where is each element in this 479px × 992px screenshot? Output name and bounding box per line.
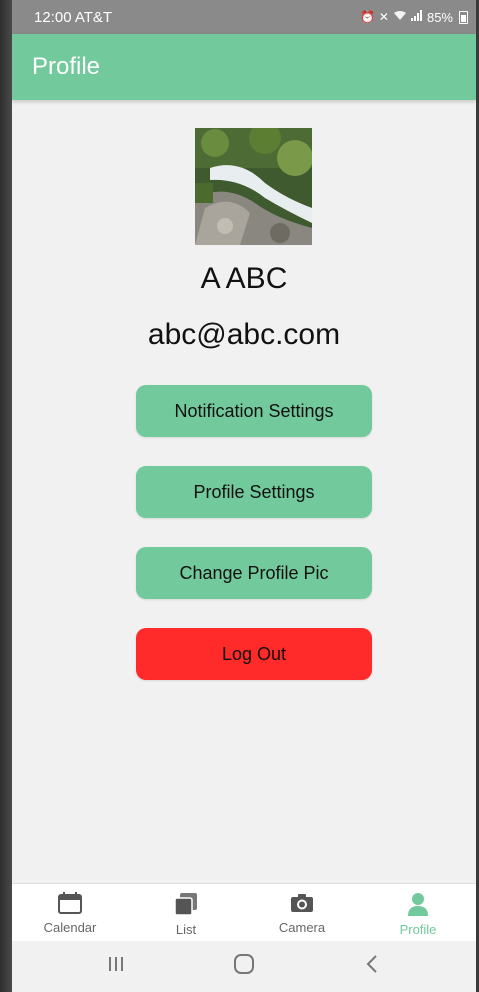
status-bar: 12:00 AT&T ⏰ ✕ 85% [12, 0, 476, 34]
status-icons: ⏰ ✕ 85% [360, 10, 468, 25]
battery-icon [459, 10, 468, 24]
mute-icon: ✕ [378, 10, 389, 24]
back-icon [364, 954, 380, 979]
page-title: Profile [32, 53, 101, 80]
nav-label-profile: Profile [399, 922, 437, 937]
app-bar: Profile [12, 34, 476, 100]
nav-item-profile[interactable]: Profile [360, 884, 476, 942]
home-icon [233, 953, 255, 980]
person-icon [406, 892, 430, 916]
change-profile-pic-button[interactable]: Change Profile Pic [136, 547, 372, 599]
alarm-icon: ⏰ [359, 10, 375, 24]
list-icon [174, 892, 198, 916]
profile-name: A ABC [200, 262, 288, 295]
recents-icon [106, 955, 126, 978]
profile-settings-button[interactable]: Profile Settings [136, 466, 372, 518]
system-nav-bar [12, 941, 476, 992]
nav-label-list: List [175, 922, 197, 937]
phone-screen: 12:00 AT&T ⏰ ✕ 85% Profile A ABC abc@abc… [12, 0, 476, 992]
recents-button[interactable] [96, 952, 136, 982]
camera-icon [290, 892, 314, 914]
bottom-nav: Calendar List Camera Profile [12, 883, 476, 942]
nav-label-camera: Camera [278, 920, 326, 935]
notification-settings-button[interactable]: Notification Settings [136, 385, 372, 437]
log-out-button[interactable]: Log Out [136, 628, 372, 680]
profile-email: abc@abc.com [147, 318, 341, 351]
home-button[interactable] [224, 952, 264, 982]
signal-icon [410, 10, 423, 24]
nav-label-calendar: Calendar [43, 920, 97, 935]
status-time-carrier: 12:00 AT&T [34, 8, 113, 26]
battery-percent: 85% [426, 9, 453, 25]
nav-item-list[interactable]: List [128, 884, 244, 942]
calendar-icon [58, 892, 82, 914]
back-button[interactable] [352, 952, 392, 982]
nav-item-camera[interactable]: Camera [244, 884, 360, 942]
device-frame [0, 0, 12, 992]
nav-item-calendar[interactable]: Calendar [12, 884, 128, 942]
avatar [195, 128, 312, 245]
wifi-icon [393, 10, 407, 24]
